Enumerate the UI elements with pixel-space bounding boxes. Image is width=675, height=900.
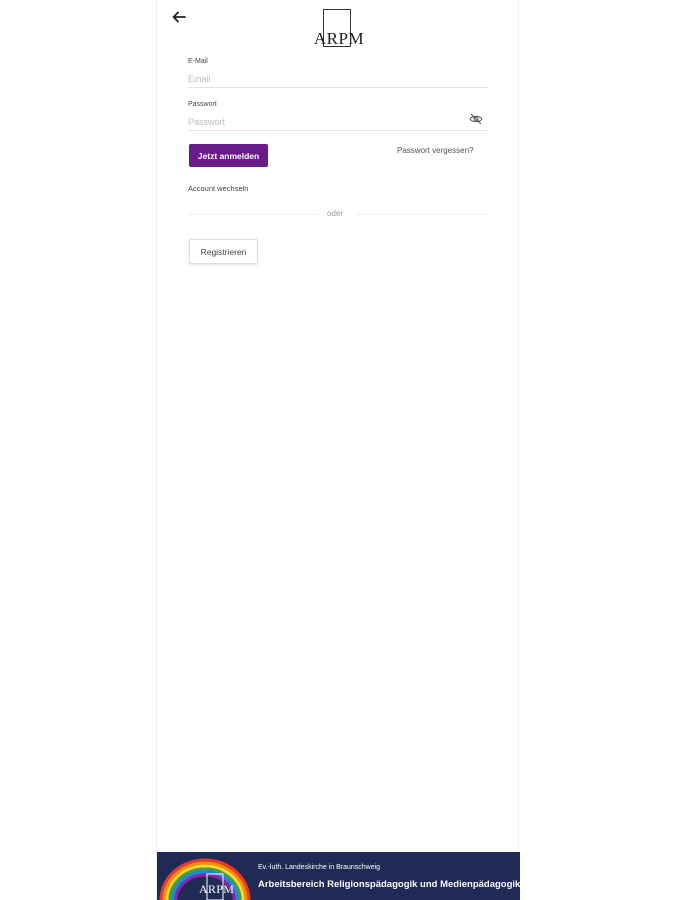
- login-button[interactable]: Jetzt anmelden: [189, 144, 268, 167]
- footer-banner: ARPM Ev.-luth. Landeskirche in Braunschw…: [157, 852, 520, 900]
- app-screen: ARPM E-Mail Passwort Jetzt anmelden Pass…: [156, 0, 520, 900]
- eye-off-icon[interactable]: [469, 113, 483, 125]
- footer-line-1: Ev.-luth. Landeskirche in Braunschweig: [258, 864, 381, 871]
- footer-line-2: Arbeitsbereich Religionspädagogik und Me…: [258, 879, 520, 890]
- logo-text: ARPM: [313, 29, 365, 48]
- password-label: Passwort: [188, 101, 217, 108]
- password-field[interactable]: [188, 114, 488, 131]
- arrow-left-icon[interactable]: [171, 9, 187, 25]
- footer-logo-text: ARPM: [199, 882, 235, 896]
- arpm-logo: ARPM: [309, 7, 369, 51]
- divider-text: oder: [327, 209, 344, 218]
- register-button[interactable]: Registrieren: [189, 239, 258, 264]
- switch-account-link[interactable]: Account wechseln: [188, 184, 248, 193]
- email-field[interactable]: [188, 71, 488, 88]
- email-label: E-Mail: [188, 58, 208, 65]
- divider-left: [188, 214, 318, 215]
- divider-right: [357, 214, 488, 215]
- forgot-password-link[interactable]: Passwort vergessen?: [397, 146, 473, 155]
